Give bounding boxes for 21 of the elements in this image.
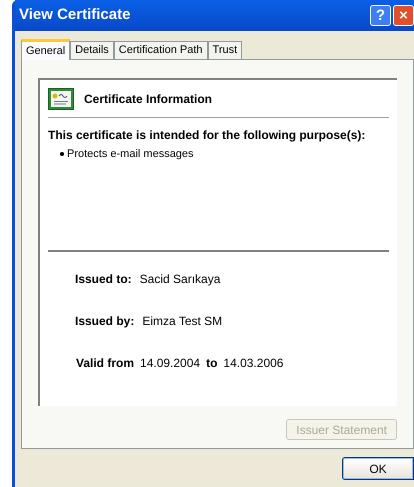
purpose-item: Protects e-mail messages [67,147,194,162]
section-heading: Certificate Information [84,90,212,108]
field-label: Issued by: [75,313,134,330]
window-title: View Certificate [19,5,130,26]
close-button[interactable]: × [393,5,414,26]
field-value: Sacid Sarıkaya [140,271,220,288]
ok-button[interactable]: OK [342,457,414,480]
field-label: Valid from [76,355,134,372]
tab[interactable]: Details [70,41,114,59]
field-value: Eimza Test SM [142,313,222,330]
tab[interactable]: Trust [208,41,242,59]
field-value: 14.09.2004 [140,355,200,372]
bullet-icon [60,152,64,156]
purpose-heading: This certificate is intended for the following purpose(s): [48,127,366,144]
field-label: Issued to: [75,271,132,288]
help-button[interactable]: ? [370,5,391,26]
tab[interactable]: General [21,39,70,60]
field-label: to [206,355,218,372]
tab[interactable]: Certification Path [114,41,208,59]
field-value: 14.03.2006 [223,355,284,372]
certificate-icon [48,88,74,110]
